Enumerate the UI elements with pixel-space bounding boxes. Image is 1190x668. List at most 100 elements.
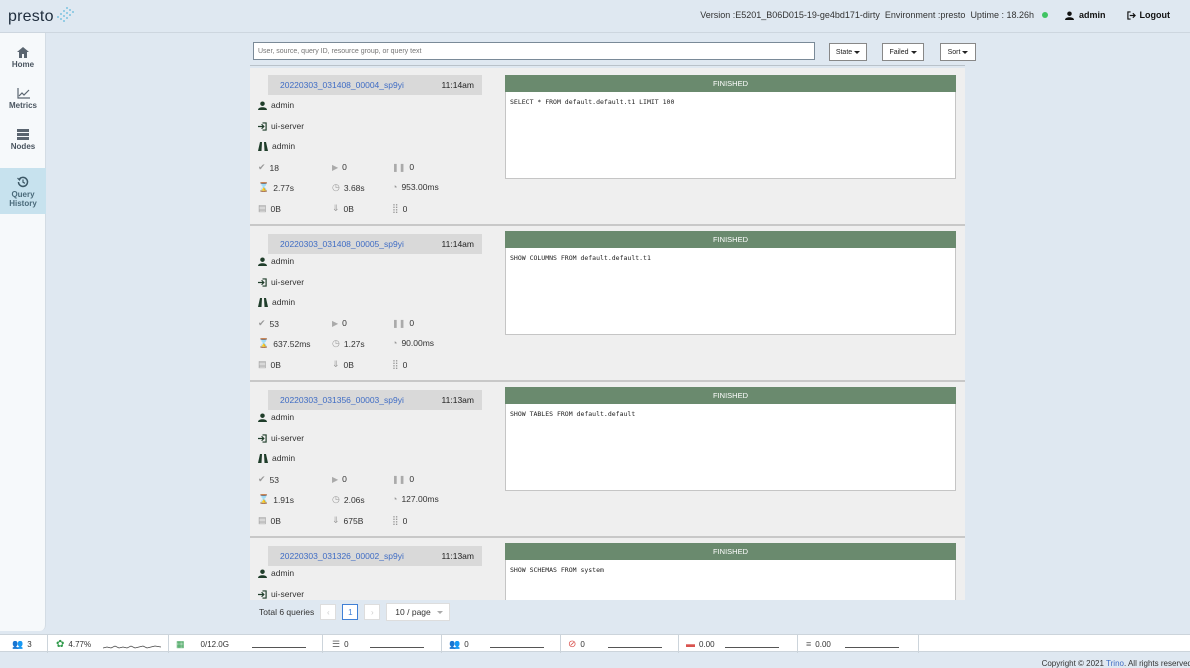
tasks-icon: ⣿ xyxy=(392,203,399,213)
tasks-icon: ⣿ xyxy=(392,515,399,525)
pause-icon: ❚❚ xyxy=(392,162,406,172)
hdd-icon: ▤ xyxy=(258,515,267,525)
user-value: admin xyxy=(271,100,295,110)
pause-icon: ❚❚ xyxy=(392,474,406,484)
search-input[interactable] xyxy=(253,42,815,60)
check-icon: ✔ xyxy=(258,318,266,328)
wall-time-value: 2.77s xyxy=(273,182,295,193)
workers-metric: 👥 3 xyxy=(12,635,32,653)
memory-metric: ▦ 0/12.0G xyxy=(176,635,229,653)
nav-label-history: History xyxy=(9,199,37,208)
state-filter-label: State xyxy=(835,48,853,56)
query-card: 20220303_031408_00004_sp9yi 11:14am admi… xyxy=(250,68,965,222)
login-icon xyxy=(258,433,267,443)
divider xyxy=(47,635,48,653)
presto-logo[interactable]: presto xyxy=(8,6,77,26)
queued-splits-value: 0 xyxy=(409,162,415,172)
query-resource-group: admin xyxy=(258,141,295,151)
status-badge: FINISHED xyxy=(505,543,956,560)
query-user: admin xyxy=(258,568,294,578)
source-value: ui-server xyxy=(271,121,305,131)
nav-item-metrics[interactable]: Metrics xyxy=(0,82,46,115)
divider xyxy=(168,635,169,653)
play-icon: ▶ xyxy=(332,474,339,484)
query-id-bar: 20220303_031326_00002_sp9yi 11:13am xyxy=(268,546,482,566)
logout-button[interactable]: Logout xyxy=(1126,10,1171,20)
user-value: admin xyxy=(271,412,295,422)
failed-filter-button[interactable]: Failed xyxy=(882,43,924,61)
cpu-time: ◔ 90.00ms xyxy=(392,338,434,348)
source-value: ui-server xyxy=(271,277,305,287)
logo-dots-icon xyxy=(56,7,74,22)
logo-text: presto xyxy=(8,8,54,25)
query-id-link[interactable]: 20220303_031408_00004_sp9yi xyxy=(280,80,404,90)
divider xyxy=(678,635,679,653)
group-value: admin xyxy=(272,453,296,463)
output-rows: ⣿ 0 xyxy=(392,515,407,526)
home-icon xyxy=(17,47,29,58)
clock-icon: ◷ xyxy=(332,182,340,192)
version-text: Version :E5201_B06D015-19-ge4bd171-dirty xyxy=(700,10,880,20)
query-resource-group: admin xyxy=(258,453,295,463)
cpu-metric: ✿ 4.77% xyxy=(56,635,162,653)
sort-button[interactable]: Sort xyxy=(940,43,976,61)
state-filter-button[interactable]: State xyxy=(829,43,867,61)
chart-line-icon xyxy=(16,88,30,99)
nav-item-home[interactable]: Home xyxy=(0,41,46,74)
query-source: ui-server xyxy=(258,121,304,131)
user-icon xyxy=(258,256,267,266)
query-time: 11:13am xyxy=(441,551,474,561)
queued-value: 0 xyxy=(344,639,349,649)
elapsed-time-value: 1.27s xyxy=(343,338,365,349)
cpu-time-value: 127.00ms xyxy=(401,494,439,504)
login-icon xyxy=(258,121,267,131)
running-line xyxy=(490,635,544,653)
total-queries: Total 6 queries xyxy=(259,607,315,617)
running-splits: ▶ 0 xyxy=(332,474,347,484)
environment-text: Environment :presto xyxy=(884,10,966,20)
query-card: 20220303_031326_00002_sp9yi 11:13am admi… xyxy=(250,539,965,600)
history-icon xyxy=(17,176,29,188)
query-time: 11:13am xyxy=(441,395,474,405)
memory-value: 0B xyxy=(270,515,281,526)
user-value: admin xyxy=(271,568,295,578)
username: admin xyxy=(1078,10,1106,20)
output-value: 0 xyxy=(402,515,408,526)
prev-page-button[interactable]: ‹ xyxy=(320,604,337,620)
next-page-button[interactable]: › xyxy=(364,604,381,620)
user-icon xyxy=(1064,10,1074,20)
top-bar: presto Version :E5201_B06D015-19-ge4bd17… xyxy=(0,0,1190,33)
query-id-link[interactable]: 20220303_031408_00005_sp9yi xyxy=(280,239,404,249)
query-text: SHOW TABLES FROM default.default xyxy=(505,404,956,491)
query-id-link[interactable]: 20220303_031326_00002_sp9yi xyxy=(280,551,404,561)
input-value: 0B xyxy=(343,203,354,214)
play-icon: ▶ xyxy=(332,162,339,172)
query-id-link[interactable]: 20220303_031356_00003_sp9yi xyxy=(280,395,404,405)
query-user: admin xyxy=(258,256,294,266)
query-user: admin xyxy=(258,412,294,422)
query-id-bar: 20220303_031356_00003_sp9yi 11:13am xyxy=(268,390,482,410)
query-time: 11:14am xyxy=(441,80,474,90)
output-rows: ⣿ 0 xyxy=(392,359,407,370)
nav-item-query-history[interactable]: Query History xyxy=(0,168,46,214)
ban-icon: ⊘ xyxy=(568,638,577,650)
logout-label: Logout xyxy=(1139,10,1171,20)
throughput-line xyxy=(845,635,899,653)
server-icon xyxy=(17,129,29,140)
failed-filter-label: Failed xyxy=(889,48,909,56)
chevron-down-icon xyxy=(437,610,444,614)
nav-item-nodes[interactable]: Nodes xyxy=(0,123,46,156)
hourglass-icon: ⌛ xyxy=(258,338,270,348)
completed-splits: ✔ 53 xyxy=(258,318,279,329)
divider xyxy=(797,635,798,653)
group-value: admin xyxy=(272,141,296,151)
login-icon xyxy=(258,277,267,287)
user-menu[interactable]: admin xyxy=(1064,10,1106,20)
play-icon: ▶ xyxy=(332,318,339,328)
wall-time: ⌛ 637.52ms xyxy=(258,338,311,349)
page-number-button[interactable]: 1 xyxy=(342,604,359,620)
memory-value: 0/12.0G xyxy=(200,639,229,649)
completed-splits: ✔ 53 xyxy=(258,474,279,485)
page-size-select[interactable]: 10 / page xyxy=(386,603,451,621)
workers-value: 3 xyxy=(27,639,32,649)
